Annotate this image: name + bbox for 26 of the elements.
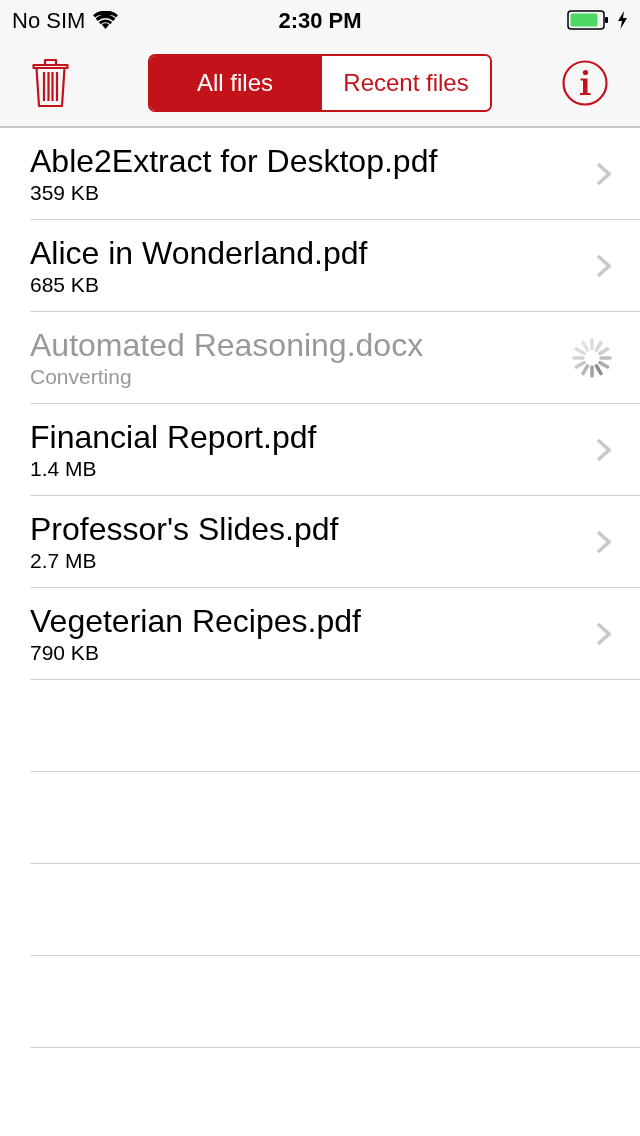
file-name[interactable]: Vegeterian Recipes.pdf	[30, 601, 361, 640]
file-name[interactable]: Alice in Wonderland.pdf	[30, 233, 368, 272]
file-name[interactable]: Able2Extract for Desktop.pdf	[30, 141, 438, 180]
chevron-right-icon	[596, 437, 612, 462]
file-name[interactable]: Financial Report.pdf	[30, 417, 317, 456]
wifi-icon	[93, 11, 119, 29]
loading-spinner-icon	[572, 337, 612, 378]
chevron-right-icon	[596, 253, 612, 278]
file-size: 359 KB	[30, 179, 99, 206]
chevron-right-icon	[596, 621, 612, 646]
carrier-label: No SIM	[12, 6, 86, 35]
file-status: Converting	[30, 363, 132, 390]
battery-icon	[567, 10, 609, 30]
charging-bolt-icon	[617, 11, 628, 29]
file-name[interactable]: Professor's Slides.pdf	[30, 509, 339, 548]
file-size: 685 KB	[30, 271, 99, 298]
trash-icon[interactable]	[32, 58, 69, 108]
chevron-right-icon	[596, 529, 612, 554]
chevron-right-icon	[596, 161, 612, 186]
segment-tab[interactable]: Recent files	[320, 56, 490, 110]
file-size: 2.7 MB	[30, 547, 97, 574]
segment-tab[interactable]: All files	[150, 56, 320, 110]
file-size: 1.4 MB	[30, 455, 97, 482]
info-icon[interactable]	[562, 60, 608, 106]
file-size: 790 KB	[30, 639, 99, 666]
clock-time: 2:30 PM	[278, 6, 362, 35]
